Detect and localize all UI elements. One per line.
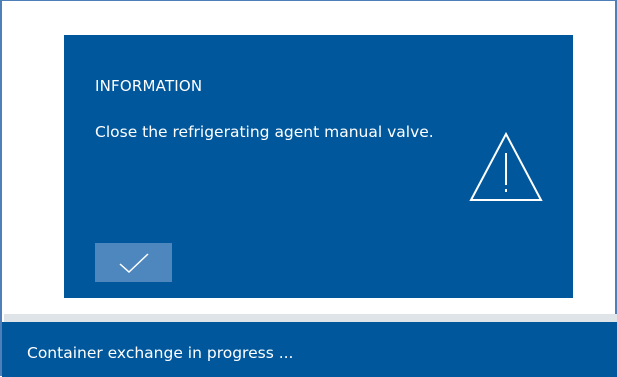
warning-triangle-icon: [469, 131, 543, 201]
status-text: Container exchange in progress ...: [27, 344, 294, 362]
screen-frame: INFORMATION Close the refrigerating agen…: [0, 0, 617, 377]
dialog-message: Close the refrigerating agent manual val…: [95, 123, 434, 141]
information-dialog: INFORMATION Close the refrigerating agen…: [64, 35, 573, 298]
divider-strip: [4, 314, 617, 322]
dialog-title: INFORMATION: [95, 77, 203, 95]
checkmark-icon: [119, 252, 149, 273]
status-bar: Container exchange in progress ...: [2, 322, 617, 377]
confirm-button[interactable]: [95, 243, 172, 282]
